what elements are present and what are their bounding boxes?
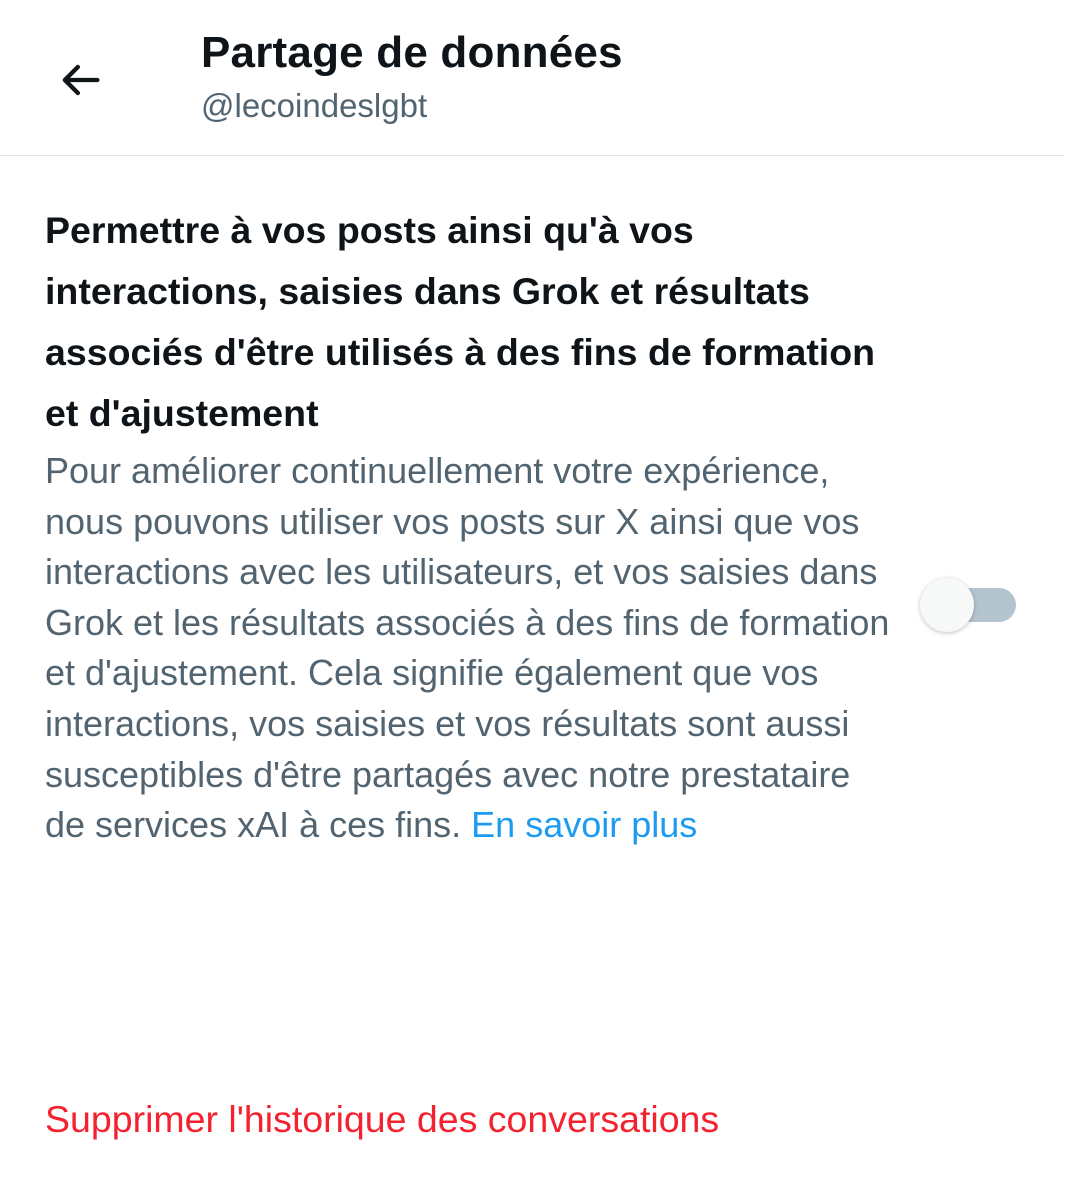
delete-conversation-history-button[interactable]: Supprimer l'historique des conversations <box>45 1098 719 1141</box>
account-handle: @lecoindeslgbt <box>201 87 428 124</box>
back-button[interactable] <box>44 44 116 116</box>
arrow-left-icon <box>62 64 100 96</box>
setting-description-text: Pour améliorer continuellement votre exp… <box>45 450 890 846</box>
data-sharing-setting: Permettre à vos posts ainsi qu'à vos int… <box>45 200 905 851</box>
toggle-knob <box>920 578 974 632</box>
learn-more-link[interactable]: En savoir plus <box>471 804 697 845</box>
page-title: Partage de données <box>201 28 623 77</box>
setting-title: Permettre à vos posts ainsi qu'à vos int… <box>45 209 876 434</box>
setting-description: Pour améliorer continuellement votre exp… <box>45 446 895 851</box>
top-bar: Partage de données @lecoindeslgbt <box>0 0 1065 156</box>
data-sharing-toggle[interactable] <box>920 578 1018 632</box>
